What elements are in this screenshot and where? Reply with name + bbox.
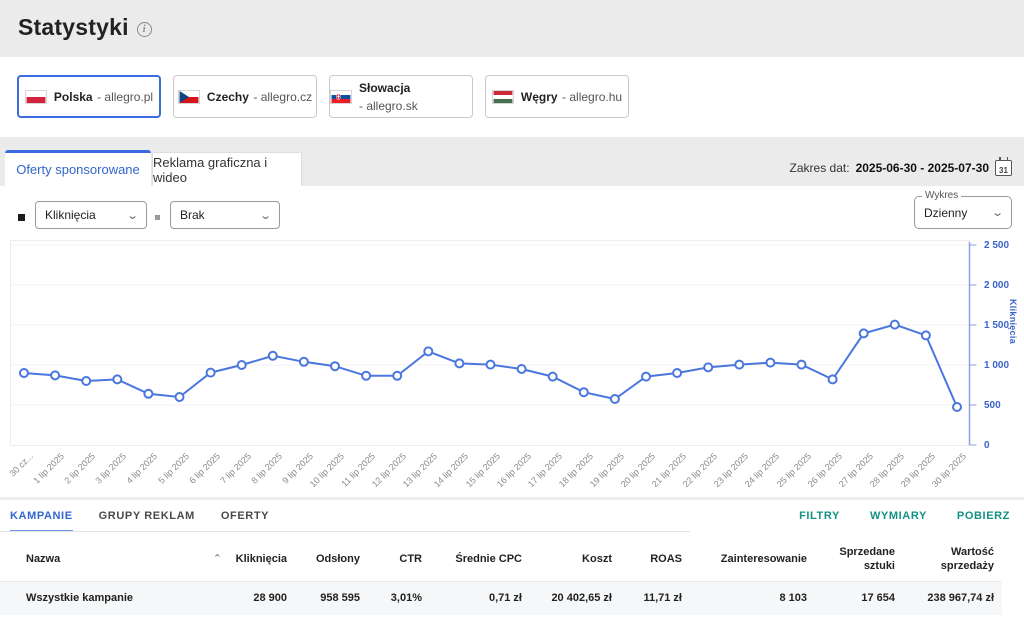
column-header-8[interactable]: Zainteresowanie <box>682 553 807 567</box>
x-tick-label: 30 cz... <box>7 451 35 479</box>
results-panel: KAMPANIE GRUPY REKLAM OFERTY FILTRY WYMIARY… <box>0 500 1024 618</box>
column-header-7[interactable]: ROAS <box>612 553 682 567</box>
table-cell: 958 595 <box>287 592 360 606</box>
y-tick-label: 1 000 <box>984 360 1009 371</box>
table-cell: 17 654 <box>807 592 895 606</box>
page-header: Statystyki i <box>18 14 152 41</box>
x-tick-label: 4 lip 2025 <box>125 451 160 486</box>
calendar-icon[interactable]: 31 <box>995 160 1012 176</box>
y-tick-label: 500 <box>984 400 1001 411</box>
y-tick-label: 2 500 <box>984 240 1009 251</box>
metric2-swatch-icon <box>155 215 160 220</box>
action-link-pobierz[interactable]: POBIERZ <box>957 510 1010 522</box>
date-range: Zakres dat: 2025-06-30 - 2025-07-30 31 <box>790 150 1012 186</box>
country-button-sk[interactable]: Słowacja - allegro.sk <box>329 75 473 118</box>
results-actions: FILTRY WYMIARY POBIERZ <box>799 510 1010 522</box>
y-tick-label: 1 500 <box>984 320 1009 331</box>
country-domain: - allegro.sk <box>359 99 418 113</box>
x-tick-label: 6 lip 2025 <box>187 451 222 486</box>
country-button-pl[interactable]: Polska - allegro.pl <box>17 75 161 118</box>
line-chart <box>10 240 985 452</box>
column-header-9[interactable]: Sprzedane sztuki <box>807 546 895 574</box>
table-header: Nazwa⌃KliknięciaOdsłonyCTRŚrednie CPCKos… <box>0 542 1002 578</box>
table-cell: 8 103 <box>682 592 807 606</box>
table-cell: 238 967,74 zł <box>895 592 994 606</box>
x-tick-label: 5 lip 2025 <box>156 451 191 486</box>
flag-cz-icon <box>178 90 200 104</box>
date-range-label: Zakres dat: <box>790 161 850 175</box>
y-tick-label: 0 <box>984 440 990 451</box>
chart-type-value: Dzienny <box>924 206 967 220</box>
flag-sk-icon <box>330 90 352 104</box>
column-header-4[interactable]: CTR <box>360 553 422 567</box>
table-row[interactable]: Wszystkie kampanie28 900958 5953,01%0,71… <box>0 581 1002 615</box>
metric2-dropdown[interactable]: Brak ⌄ <box>170 201 280 229</box>
report-tabbar: Oferty sponsorowane Reklama graficzna i … <box>0 150 1024 186</box>
flag-hu-icon <box>492 90 514 104</box>
page-title: Statystyki <box>18 14 129 41</box>
sort-asc-icon[interactable]: ⌃ <box>213 553 222 567</box>
x-tick-label: 7 lip 2025 <box>218 451 253 486</box>
y-axis-title: Kliknięcia <box>1008 299 1018 344</box>
date-range-value: 2025-06-30 - 2025-07-30 <box>856 161 989 175</box>
action-link-wymiary[interactable]: WYMIARY <box>870 510 927 522</box>
column-header-5[interactable]: Średnie CPC <box>422 553 522 567</box>
country-domain: - allegro.hu <box>562 90 622 104</box>
line-chart-svg <box>10 240 985 447</box>
country-name: Polska <box>54 90 93 104</box>
table-cell: 28 900 <box>230 592 287 606</box>
tab-sponsored-offers[interactable]: Oferty sponsorowane <box>5 150 151 186</box>
info-icon[interactable]: i <box>137 22 152 37</box>
country-name: Słowacja <box>359 81 410 95</box>
tab-display-video[interactable]: Reklama graficzna i wideo <box>153 153 301 186</box>
chevron-down-icon: ⌄ <box>259 209 272 222</box>
metric1-swatch-icon <box>18 214 25 221</box>
flag-pl-icon <box>25 90 47 104</box>
country-button-cz[interactable]: Czechy - allegro.cz <box>173 75 317 118</box>
chart-panel: Kliknięcia ⌄ Brak ⌄ Wykres Dzienny ⌄ Kli… <box>0 186 1024 497</box>
tabs-divider <box>0 531 690 532</box>
statistics-page: Statystyki i Polska - allegro.pl Czechy -… <box>0 0 1024 618</box>
action-link-filtry[interactable]: FILTRY <box>799 510 840 522</box>
country-panel: Polska - allegro.pl Czechy - allegro.cz Sł… <box>0 57 1024 137</box>
country-domain: - allegro.pl <box>97 90 153 104</box>
country-selector: Polska - allegro.pl Czechy - allegro.cz Sł… <box>17 75 629 118</box>
country-domain: - allegro.cz <box>253 90 312 104</box>
column-header-6[interactable]: Koszt <box>522 553 612 567</box>
country-button-hu[interactable]: Węgry - allegro.hu <box>485 75 629 118</box>
metric1-value: Kliknięcia <box>45 208 96 222</box>
chevron-down-icon: ⌄ <box>991 206 1004 219</box>
bottom-tab-kampanie[interactable]: KAMPANIE <box>10 510 73 532</box>
x-tick-label: 3 lip 2025 <box>94 451 129 486</box>
metric2-value: Brak <box>180 208 205 222</box>
table-cell: 0,71 zł <box>422 592 522 606</box>
metric1-dropdown[interactable]: Kliknięcia ⌄ <box>35 201 147 229</box>
y-tick-label: 2 000 <box>984 280 1009 291</box>
country-name: Węgry <box>521 90 558 104</box>
column-header-1[interactable]: Nazwa⌃ <box>0 553 230 567</box>
table-cell: 11,71 zł <box>612 592 682 606</box>
x-tick-label: 1 lip 2025 <box>31 451 66 486</box>
column-header-3[interactable]: Odsłony <box>287 553 360 567</box>
table-cell: 3,01% <box>360 592 422 606</box>
table-cell: 20 402,65 zł <box>522 592 612 606</box>
column-header-10[interactable]: Wartość sprzedaży <box>895 546 994 574</box>
chevron-down-icon: ⌄ <box>126 209 139 222</box>
column-header-2[interactable]: Kliknięcia <box>230 553 287 567</box>
bottom-tab-grupy-reklam[interactable]: GRUPY REKLAM <box>99 510 195 532</box>
x-tick-label: 2 lip 2025 <box>63 451 98 486</box>
x-tick-label: 8 lip 2025 <box>249 451 284 486</box>
country-name: Czechy <box>207 90 249 104</box>
table-cell: Wszystkie kampanie <box>0 592 230 606</box>
bottom-tab-oferty[interactable]: OFERTY <box>221 510 269 532</box>
chart-type-dropdown[interactable]: Wykres Dzienny ⌄ <box>914 196 1012 229</box>
results-tabs: KAMPANIE GRUPY REKLAM OFERTY <box>10 510 269 532</box>
